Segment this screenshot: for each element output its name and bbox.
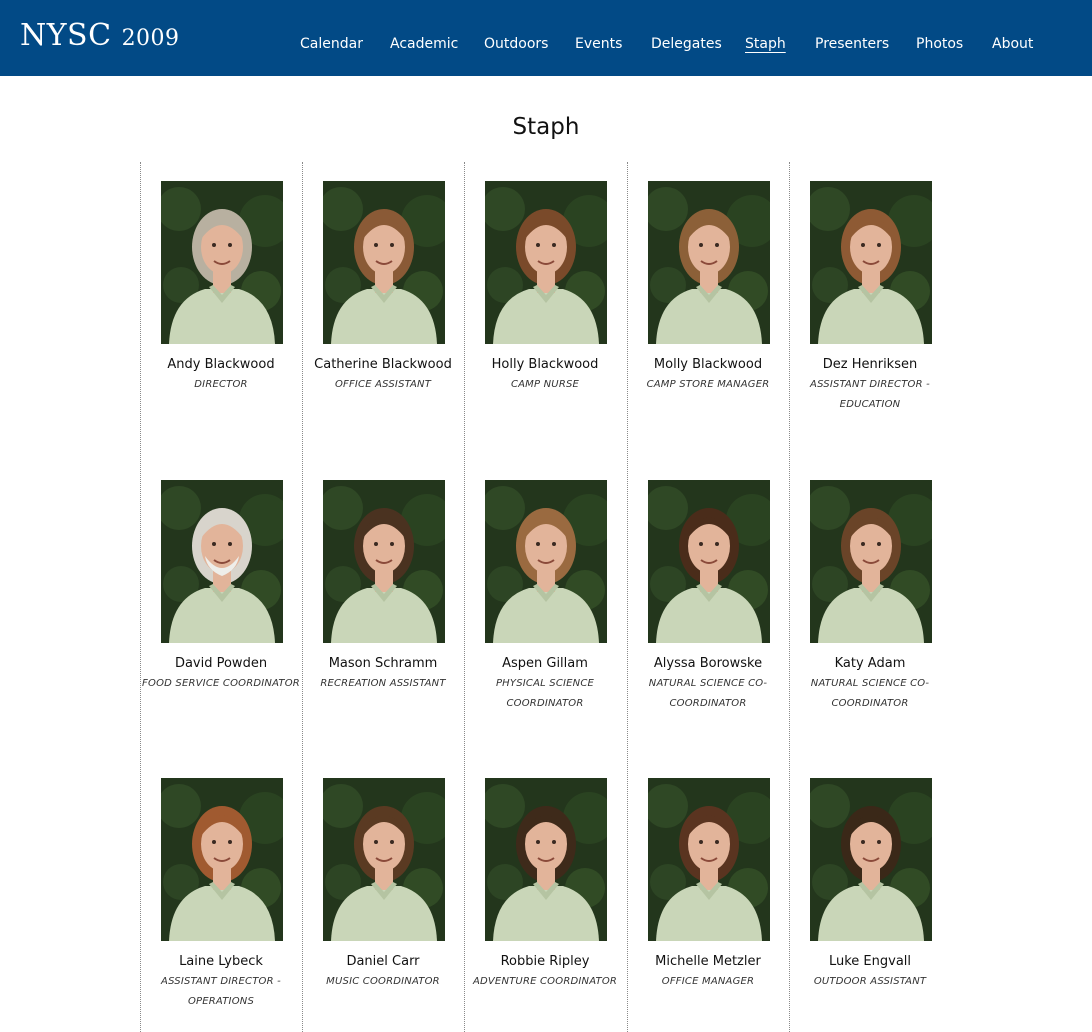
staff-role: Director xyxy=(194,379,248,390)
staff-photo xyxy=(323,181,445,344)
staff-name: Daniel Carr xyxy=(346,954,420,969)
staff-photo xyxy=(323,778,445,941)
staff-role: Outdoor Assistant xyxy=(813,976,927,987)
nav-delegates[interactable]: Delegates xyxy=(651,36,722,52)
staff-role: Music Coordinator xyxy=(326,976,440,987)
nav-presenters[interactable]: Presenters xyxy=(815,36,889,52)
staff-name: Catherine Blackwood xyxy=(314,357,452,372)
nav-outdoors[interactable]: Outdoors xyxy=(484,36,548,52)
staff-name: Michelle Metzler xyxy=(655,954,761,969)
staff-role: Assistant Director - Education xyxy=(810,379,930,410)
nav-photos[interactable]: Photos xyxy=(916,36,963,52)
staff-photo xyxy=(810,778,932,941)
staff-photo xyxy=(485,480,607,643)
staff-name: Katy Adam xyxy=(834,656,906,671)
staff-photo xyxy=(323,480,445,643)
staff-role: Natural Science Co-Coordinator xyxy=(810,678,930,709)
staff-name: Molly Blackwood xyxy=(653,357,763,372)
staff-name: Robbie Ripley xyxy=(500,954,590,969)
staff-photo xyxy=(161,778,283,941)
staff-role: Office Manager xyxy=(661,976,755,987)
staff-role: Physical Science Coordinator xyxy=(495,678,595,709)
staff-name: Mason Schramm xyxy=(328,656,438,671)
staff-name: Luke Engvall xyxy=(828,954,912,969)
staff-name: Dez Henriksen xyxy=(822,357,918,372)
staff-role: Food Service Coordinator xyxy=(142,678,300,689)
column-divider xyxy=(464,162,465,1032)
nav-events[interactable]: Events xyxy=(575,36,622,52)
staff-role: Office Assistant xyxy=(334,379,432,390)
staff-photo xyxy=(648,480,770,643)
nav-academic[interactable]: Academic xyxy=(390,36,458,52)
staff-photo xyxy=(648,778,770,941)
staff-role: Natural Science Co-Coordinator xyxy=(648,678,768,709)
staff-photo xyxy=(810,480,932,643)
staff-role: Recreation Assistant xyxy=(320,678,446,689)
staff-name: Andy Blackwood xyxy=(167,357,275,372)
staff-photo xyxy=(161,480,283,643)
column-divider xyxy=(627,162,628,1032)
staff-name: Laine Lybeck xyxy=(179,954,263,969)
nav-about[interactable]: About xyxy=(992,36,1033,52)
column-divider xyxy=(789,162,790,1032)
site-header: NYSC 2009 Calendar Academic Outdoors Even… xyxy=(0,0,1092,76)
page-title: Staph xyxy=(512,114,580,140)
staff-photo xyxy=(485,181,607,344)
staff-grid: Andy Blackwood Director Catherine Blackwo… xyxy=(140,162,951,1032)
staff-role: Assistant Director - Operations xyxy=(161,976,281,1007)
main-nav: Calendar Academic Outdoors Events Delega… xyxy=(0,36,1092,56)
staff-photo xyxy=(810,181,932,344)
column-divider xyxy=(302,162,303,1032)
nav-staph[interactable]: Staph xyxy=(745,36,786,52)
staff-role: Camp Store Manager xyxy=(646,379,770,390)
staff-photo xyxy=(161,181,283,344)
staff-photo xyxy=(648,181,770,344)
staff-name: Aspen Gillam xyxy=(502,656,588,671)
staff-role: Adventure Coordinator xyxy=(472,976,618,987)
column-divider xyxy=(140,162,141,1032)
staff-role: Camp Nurse xyxy=(510,379,580,390)
staff-name: Holly Blackwood xyxy=(491,357,599,372)
nav-calendar[interactable]: Calendar xyxy=(300,36,363,52)
staff-name: David Powden xyxy=(174,656,268,671)
staff-photo xyxy=(485,778,607,941)
staff-name: Alyssa Borowske xyxy=(653,656,763,671)
